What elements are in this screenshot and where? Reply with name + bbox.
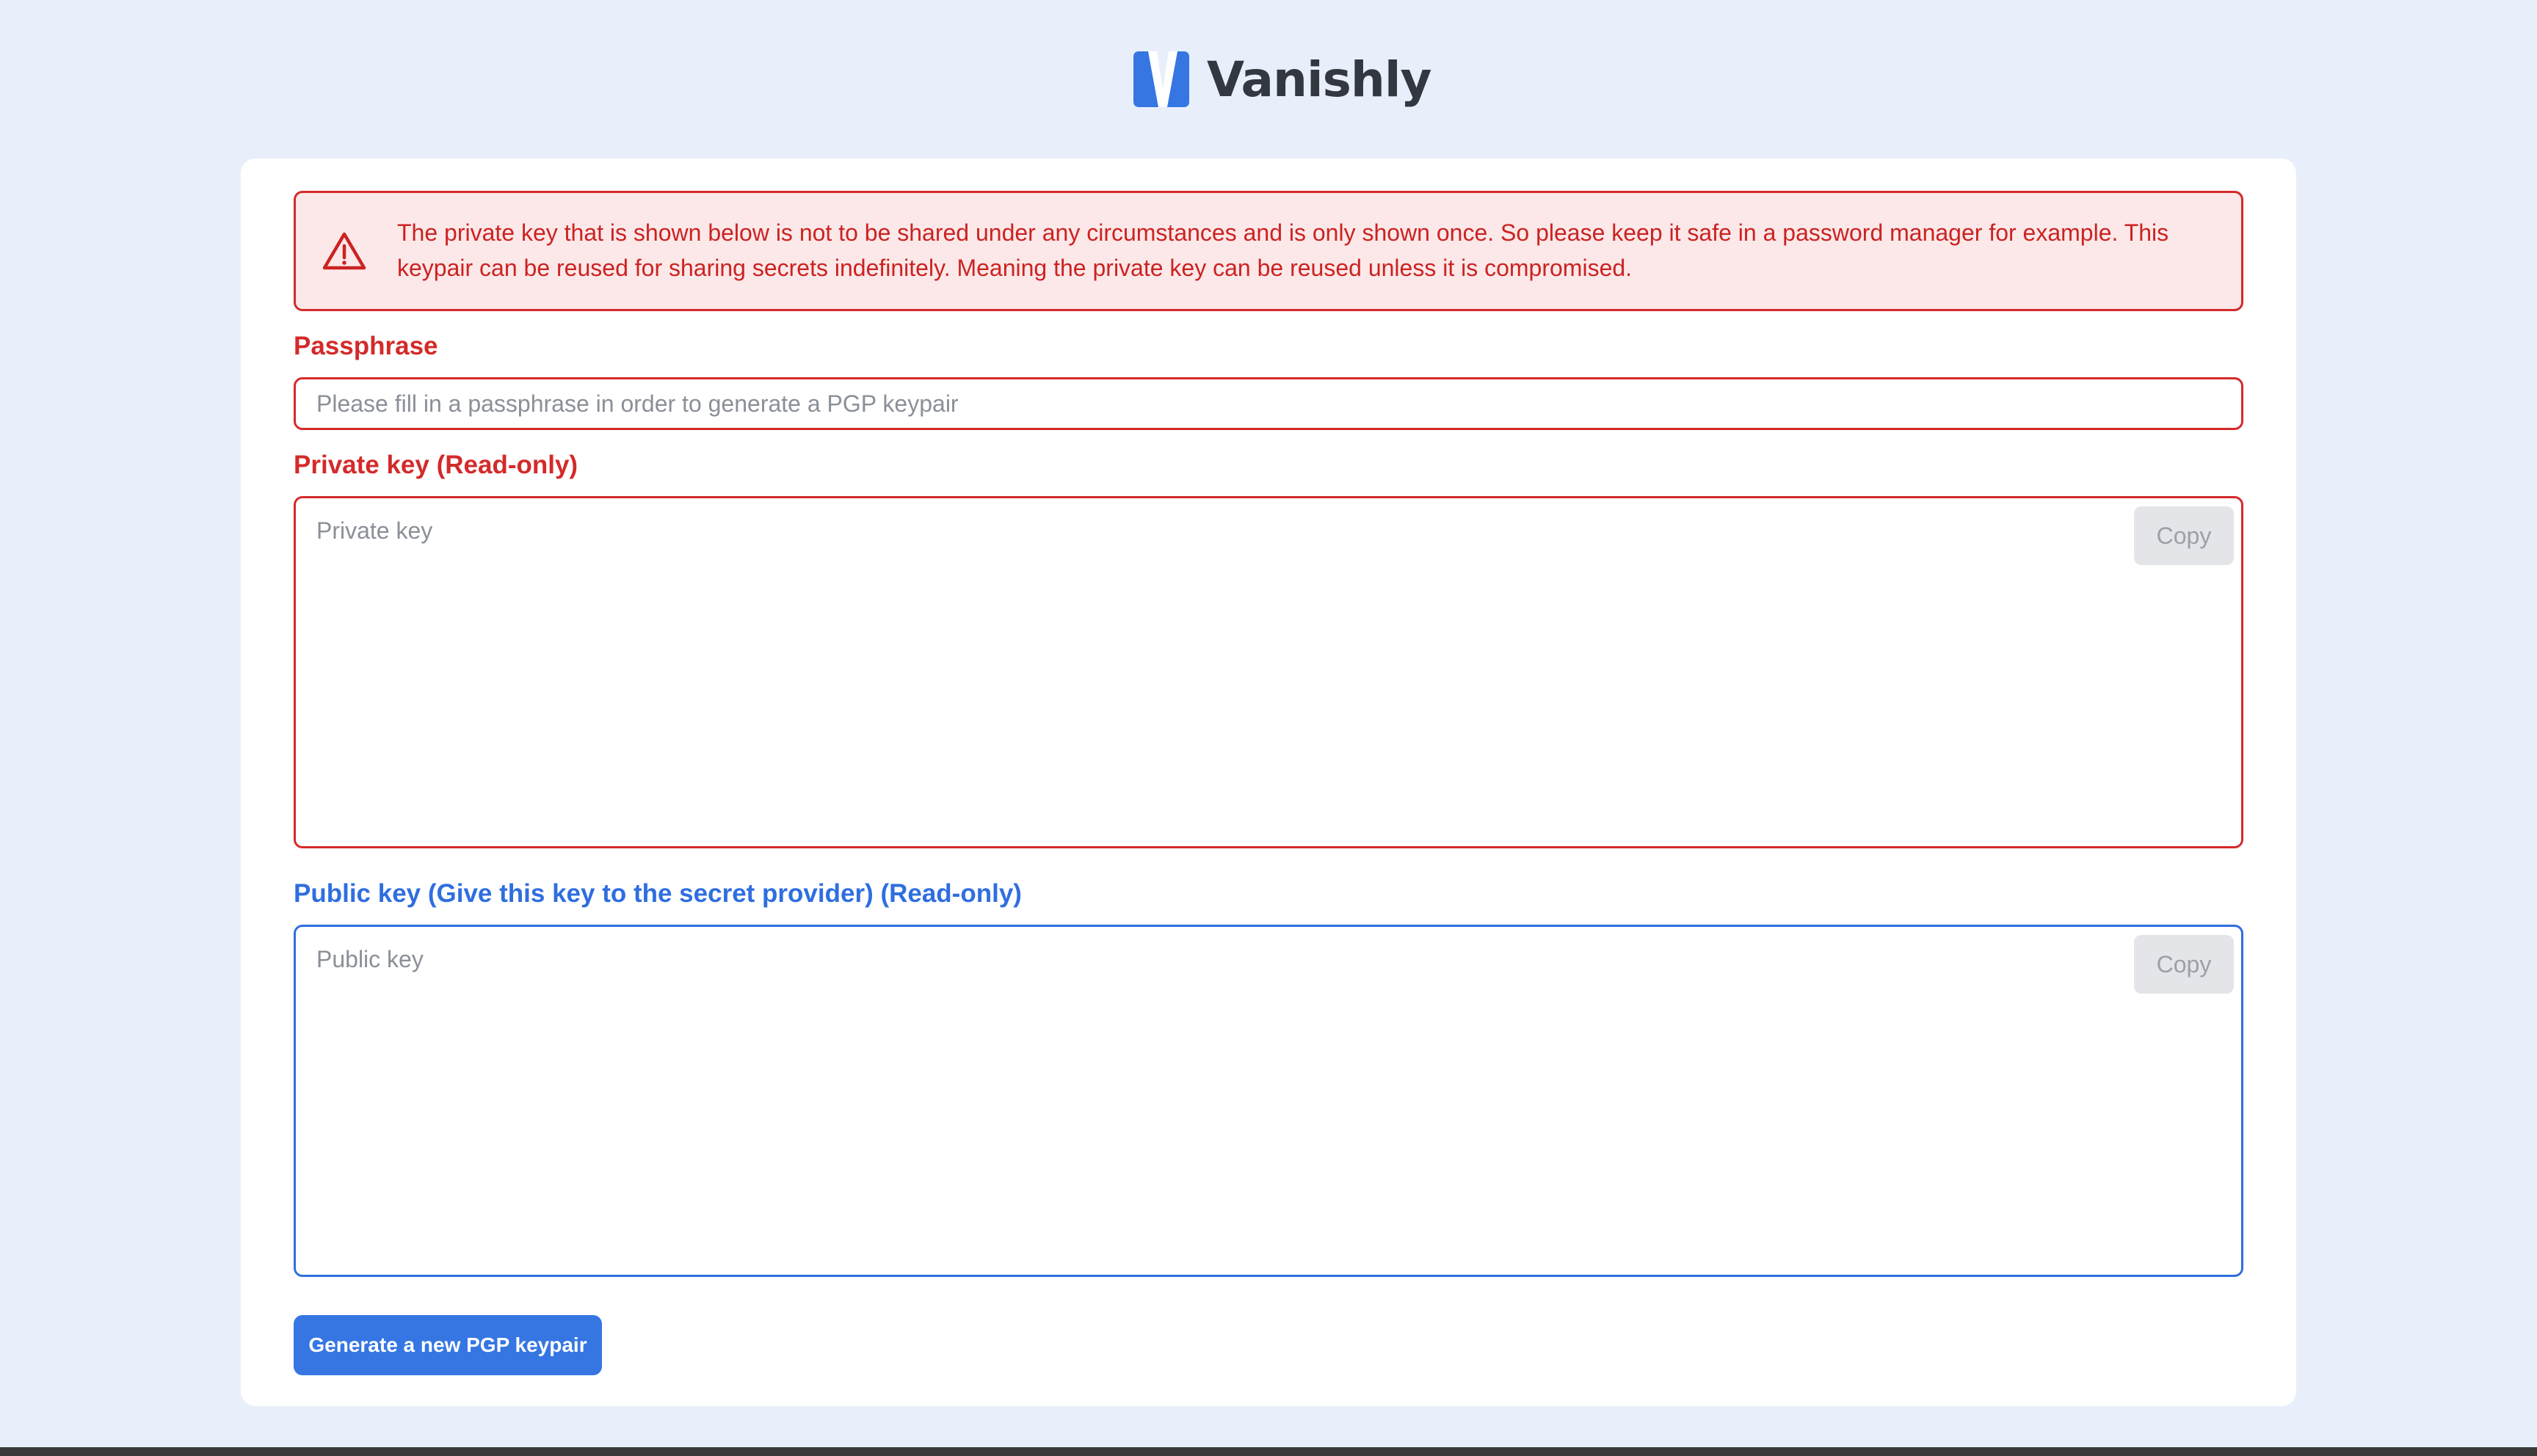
passphrase-label: Passphrase — [294, 332, 438, 360]
public-key-label: Public key (Give this key to the secret … — [294, 879, 1022, 908]
public-key-textarea[interactable] — [294, 925, 2243, 1277]
brand-name: Vanishly — [1207, 51, 1432, 108]
brand-logo[interactable]: Vanishly — [1130, 48, 1432, 110]
private-key-textarea[interactable] — [294, 496, 2243, 848]
keypair-card: The private key that is shown below is n… — [241, 159, 2296, 1406]
private-key-label: Private key (Read-only) — [294, 451, 578, 479]
generate-keypair-button[interactable]: Generate a new PGP keypair — [294, 1315, 602, 1375]
copy-public-key-button[interactable]: Copy — [2134, 935, 2234, 994]
warning-triangle-icon — [322, 232, 366, 270]
copy-private-key-button[interactable]: Copy — [2134, 506, 2234, 565]
vanishly-v-logo-icon — [1133, 51, 1189, 107]
warning-alert: The private key that is shown below is n… — [294, 191, 2243, 311]
page: Vanishly The private key that is shown b… — [0, 0, 2537, 1456]
warning-alert-text: The private key that is shown below is n… — [397, 219, 2169, 281]
passphrase-input[interactable] — [294, 377, 2243, 430]
window-bottom-edge — [0, 1447, 2537, 1456]
